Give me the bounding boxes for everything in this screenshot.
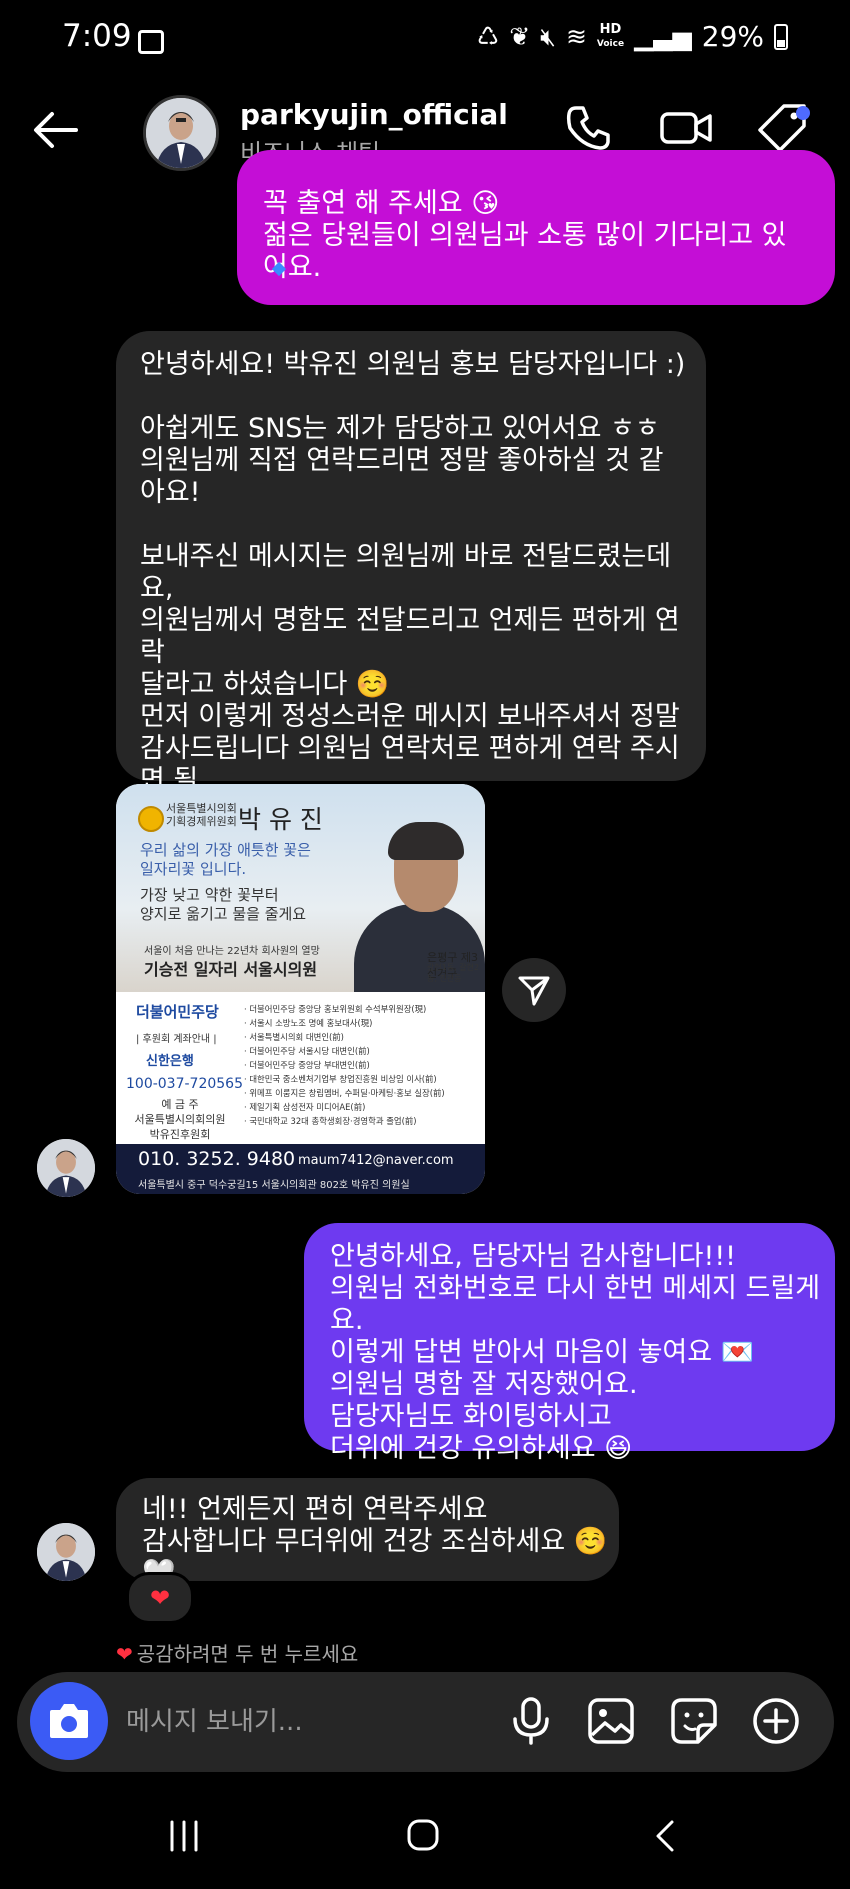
card-email: maum7412@naver.com [298, 1153, 454, 1168]
sender-avatar[interactable] [37, 1139, 95, 1197]
card-slogan: 우리 삶의 가장 애틋한 꽃은 일자리꽃 입니다. [140, 841, 311, 878]
back-button[interactable] [30, 100, 90, 160]
heart-icon: ❤ [116, 1642, 133, 1666]
notification-dot [796, 106, 810, 120]
card-address: 서울특별시 중구 덕수궁길15 서울시의회관 802호 박유진 의원실 [138, 1180, 410, 1191]
signal-icon: ▁▃▅ [634, 22, 692, 51]
reaction-hint: ❤ 공감하려면 두 번 누르세요 [116, 1638, 358, 1667]
battery-percent: 29% [701, 20, 764, 53]
sticker-button[interactable] [668, 1695, 720, 1747]
card-account-number: 100-037-720565 [126, 1076, 243, 1092]
phone-icon [566, 106, 610, 150]
heart-reaction-badge[interactable]: ❤ [126, 1572, 194, 1624]
send-icon [518, 976, 550, 1006]
card-party: 더불어민주당 [136, 1003, 219, 1021]
more-options-button[interactable] [750, 1695, 802, 1747]
sync-icon: ♺ [476, 22, 500, 51]
sticker-icon [671, 1698, 717, 1744]
card-title: 기승전 일자리 서울시의원 [144, 960, 318, 979]
nav-recents-button[interactable] [166, 1818, 202, 1854]
plus-circle-icon [753, 1698, 799, 1744]
status-icons: ♺ ❦ 🔇︎ ≋ HD Voice ▁▃▅ 29% [477, 20, 788, 53]
status-time: 7:09 [62, 18, 132, 54]
video-call-button[interactable] [658, 100, 714, 156]
incoming-message[interactable]: 안녕하세요! 박유진 의원님 홍보 담당자입니다 :) 아쉽게도 SNS는 제가… [116, 331, 706, 892]
sender-avatar[interactable] [37, 1523, 95, 1581]
reaction-hint-text: 공감하려면 두 번 누르세요 [136, 1642, 359, 1666]
leaf-icon: ❦ [509, 22, 531, 51]
back-arrow-icon [34, 112, 78, 148]
gallery-button[interactable] [585, 1695, 637, 1747]
card-account-holder: 예 금 주 서울특별시의회의원 박유진후원회 [134, 1098, 226, 1141]
voice-message-button[interactable] [505, 1695, 557, 1747]
mute-icon: 🔇︎ [540, 21, 556, 51]
outgoing-message[interactable]: 안녕하세요, 담당자님 감사합니다!!! 의원님 전화번호로 다시 한번 메세지… [304, 1223, 835, 1464]
microphone-icon [513, 1697, 549, 1745]
profile-avatar[interactable] [143, 95, 219, 171]
card-tagline: 서울이 처음 만나는 22년차 회사원의 열망 [144, 946, 320, 957]
card-bank: 신한은행 [146, 1054, 194, 1069]
battery-icon [774, 23, 788, 50]
camera-icon [50, 1704, 88, 1738]
card-support-label: | 후원회 계좌안내 | [136, 1034, 217, 1045]
hd-voice-icon: HD Voice [596, 21, 625, 49]
wifi-icon: ≋ [565, 22, 587, 51]
card-slogan-secondary: 가장 낮고 약한 꽃부터 양지로 옮기고 물을 줄게요 [140, 886, 307, 923]
card-portrait-hair [388, 822, 464, 860]
gallery-notification-icon [138, 30, 164, 54]
card-district-detail: 갈현1동, 갈현2동, 진관동 [427, 963, 480, 983]
card-career-list: · 더불어민주당 중앙당 홍보위원회 수석부위원장(現) · 서울시 소방노조 … [244, 1004, 445, 1126]
card-name: 박 유 진 [238, 805, 323, 834]
business-card-image[interactable]: 서울특별시의회 기획경제위원회 박 유 진 우리 삶의 가장 애틋한 꽃은 일자… [116, 784, 485, 1194]
voice-call-button[interactable] [560, 100, 616, 156]
camera-button[interactable] [30, 1682, 108, 1760]
card-phone: 010. 3252. 9480 [138, 1148, 296, 1170]
chat-username[interactable]: parkyujin_official [240, 98, 508, 131]
image-icon [588, 1698, 634, 1744]
nav-home-button[interactable] [405, 1817, 441, 1853]
card-organization: 서울특별시의회 기획경제위원회 [166, 802, 237, 828]
incoming-message[interactable]: 네!! 언제든지 편히 연락주세요 감사합니다 무더위에 건강 조심하세요 ☺️… [116, 1478, 619, 1589]
back-chevron-icon [656, 1820, 674, 1852]
video-camera-icon [660, 112, 712, 144]
home-icon [407, 1819, 439, 1851]
nav-back-button[interactable] [648, 1818, 684, 1854]
message-input[interactable] [124, 1701, 488, 1743]
council-logo-icon [138, 806, 164, 832]
recents-icon [170, 1820, 198, 1852]
share-button[interactable] [502, 958, 566, 1022]
outgoing-message[interactable]: 꼭 출연 해 주세요 😘 젊은 당원들이 의원님과 소통 많이 기다리고 있어요… [237, 150, 835, 305]
